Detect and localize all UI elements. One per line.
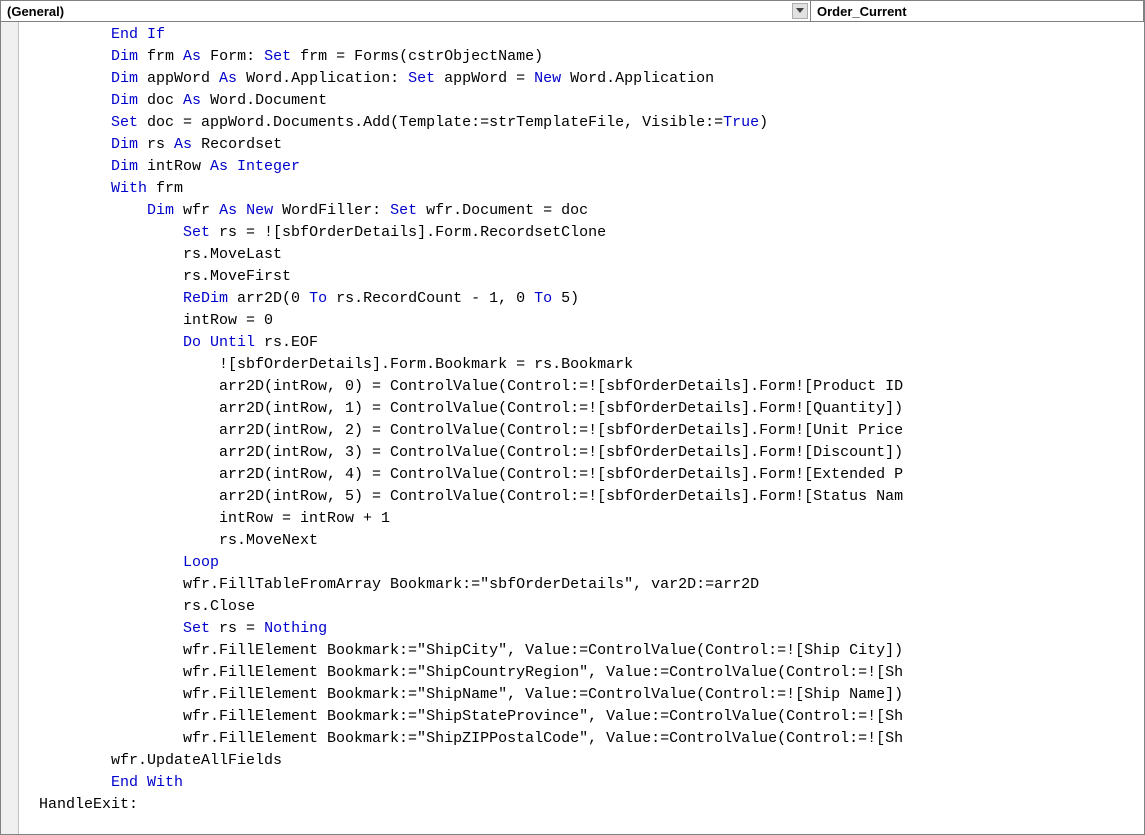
code-line: Dim appWord As Word.Application: Set app… xyxy=(39,68,1144,90)
code-line: wfr.FillElement Bookmark:="ShipCity", Va… xyxy=(39,640,1144,662)
code-line: Loop xyxy=(39,552,1144,574)
code-line: Dim frm As Form: Set frm = Forms(cstrObj… xyxy=(39,46,1144,68)
code-line: ![sbfOrderDetails].Form.Bookmark = rs.Bo… xyxy=(39,354,1144,376)
code-line: rs.MoveFirst xyxy=(39,266,1144,288)
procedure-dropdown-label: Order_Current xyxy=(817,4,907,19)
code-area[interactable]: End If Dim frm As Form: Set frm = Forms(… xyxy=(39,22,1144,834)
code-line: wfr.FillTableFromArray Bookmark:="sbfOrd… xyxy=(39,574,1144,596)
code-line: wfr.FillElement Bookmark:="ShipZIPPostal… xyxy=(39,728,1144,750)
code-line: Dim doc As Word.Document xyxy=(39,90,1144,112)
object-dropdown[interactable]: (General) xyxy=(1,1,811,21)
chevron-down-icon[interactable] xyxy=(792,3,808,19)
code-line: arr2D(intRow, 5) = ControlValue(Control:… xyxy=(39,486,1144,508)
code-line: intRow = intRow + 1 xyxy=(39,508,1144,530)
code-line: Dim rs As Recordset xyxy=(39,134,1144,156)
code-line: wfr.FillElement Bookmark:="ShipCountryRe… xyxy=(39,662,1144,684)
procedure-dropdown[interactable]: Order_Current xyxy=(811,1,1144,21)
procedure-separator-margin xyxy=(19,22,39,834)
code-line: Do Until rs.EOF xyxy=(39,332,1144,354)
code-line: End With xyxy=(39,772,1144,794)
code-editor[interactable]: End If Dim frm As Form: Set frm = Forms(… xyxy=(0,22,1145,835)
code-line: HandleExit: xyxy=(39,794,1144,816)
indicator-margin xyxy=(1,22,19,834)
code-line: With frm xyxy=(39,178,1144,200)
code-line: wfr.FillElement Bookmark:="ShipName", Va… xyxy=(39,684,1144,706)
code-line: arr2D(intRow, 1) = ControlValue(Control:… xyxy=(39,398,1144,420)
code-line: rs.Close xyxy=(39,596,1144,618)
code-line: arr2D(intRow, 4) = ControlValue(Control:… xyxy=(39,464,1144,486)
code-line: arr2D(intRow, 0) = ControlValue(Control:… xyxy=(39,376,1144,398)
code-line: rs.MoveNext xyxy=(39,530,1144,552)
object-dropdown-label: (General) xyxy=(7,4,64,19)
code-line: Dim intRow As Integer xyxy=(39,156,1144,178)
code-line: Set doc = appWord.Documents.Add(Template… xyxy=(39,112,1144,134)
code-line: End If xyxy=(39,24,1144,46)
code-line: ReDim arr2D(0 To rs.RecordCount - 1, 0 T… xyxy=(39,288,1144,310)
dropdown-bar: (General) Order_Current xyxy=(0,0,1145,22)
code-line: wfr.FillElement Bookmark:="ShipStateProv… xyxy=(39,706,1144,728)
code-line: Dim wfr As New WordFiller: Set wfr.Docum… xyxy=(39,200,1144,222)
code-line: Set rs = ![sbfOrderDetails].Form.Records… xyxy=(39,222,1144,244)
code-line: Set rs = Nothing xyxy=(39,618,1144,640)
code-line: arr2D(intRow, 3) = ControlValue(Control:… xyxy=(39,442,1144,464)
code-line: rs.MoveLast xyxy=(39,244,1144,266)
code-line: wfr.UpdateAllFields xyxy=(39,750,1144,772)
code-line: intRow = 0 xyxy=(39,310,1144,332)
code-line: arr2D(intRow, 2) = ControlValue(Control:… xyxy=(39,420,1144,442)
